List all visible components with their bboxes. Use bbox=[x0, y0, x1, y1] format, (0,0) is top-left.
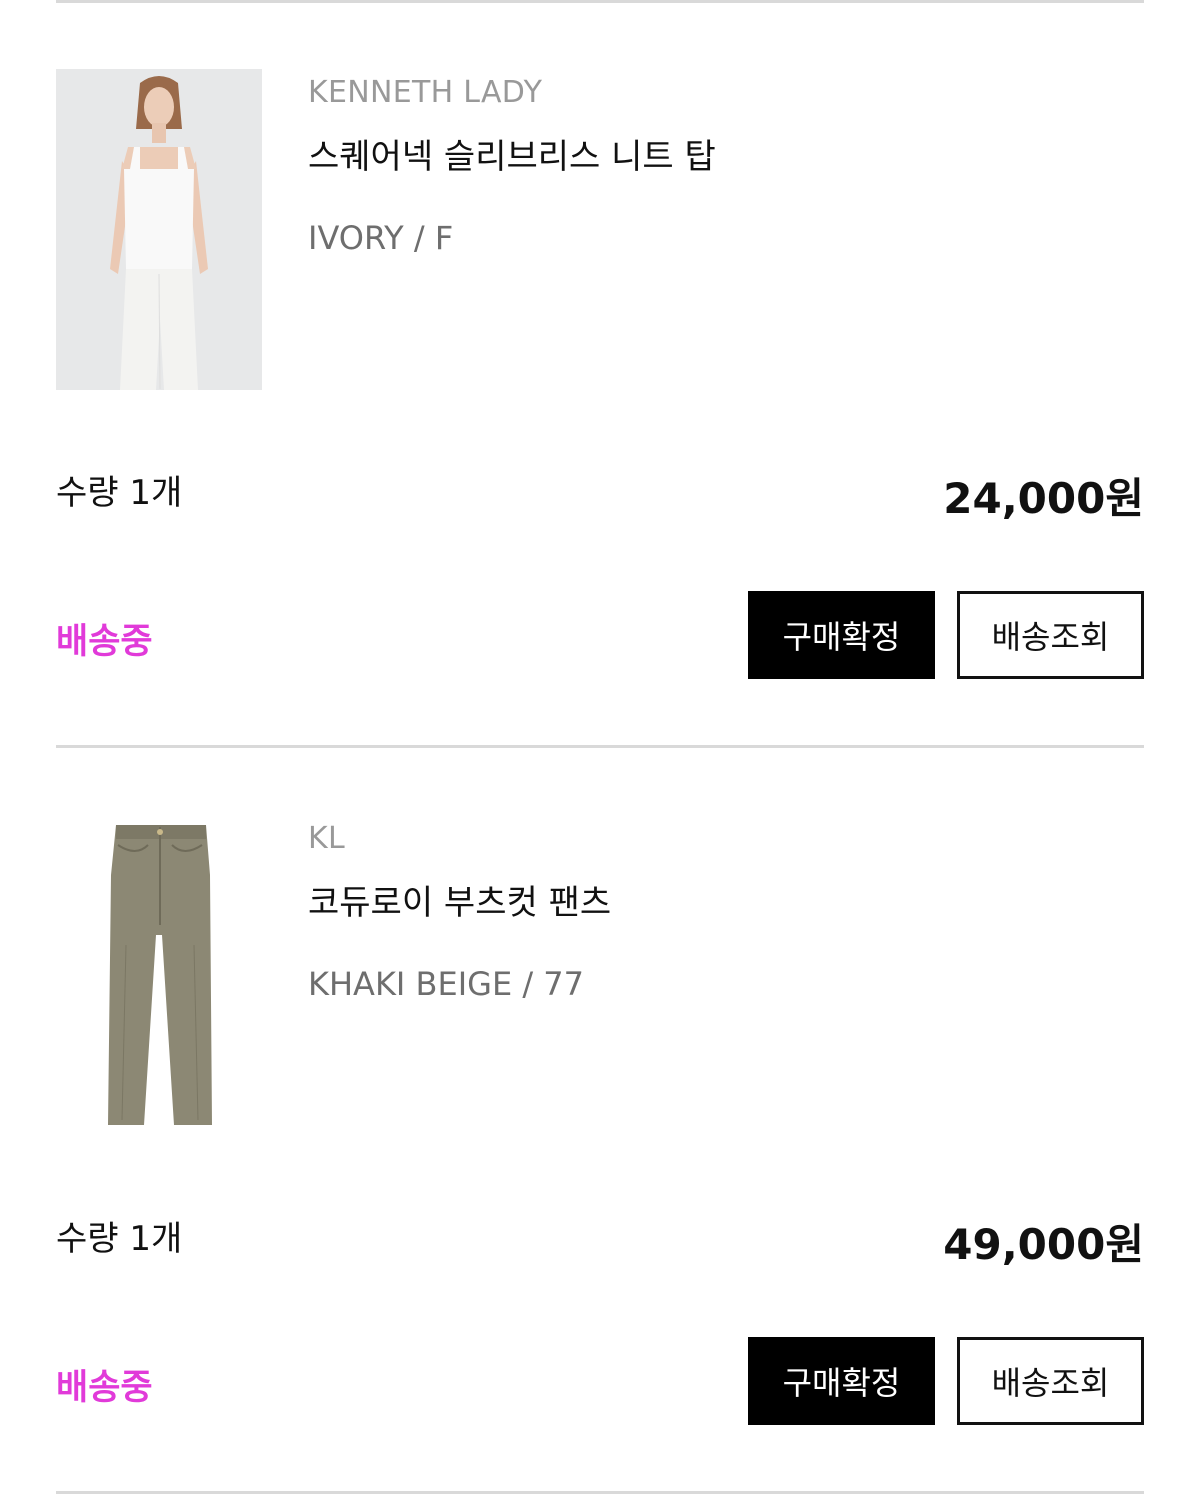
price-label: 24,000원 bbox=[943, 474, 1144, 523]
corduroy-pants-photo bbox=[56, 815, 262, 1136]
product-option: KHAKI BEIGE / 77 bbox=[308, 965, 584, 1003]
track-delivery-button[interactable]: 배송조회 bbox=[957, 1337, 1144, 1425]
product-name[interactable]: 코듀로이 부츠컷 팬츠 bbox=[308, 875, 611, 924]
product-image[interactable] bbox=[56, 69, 262, 390]
delivery-status: 배송중 bbox=[56, 622, 153, 662]
confirm-purchase-button[interactable]: 구매확정 bbox=[748, 1337, 935, 1425]
model-sleeveless-top-photo bbox=[56, 69, 262, 390]
quantity-label: 수량 1개 bbox=[56, 1219, 183, 1259]
order-item: KENNETH LADY 스퀘어넥 슬리브리스 니트 탑 IVORY / F 수… bbox=[56, 69, 1144, 679]
delivery-status: 배송중 bbox=[56, 1368, 153, 1408]
product-name[interactable]: 스퀘어넥 슬리브리스 니트 탑 bbox=[308, 129, 716, 178]
brand-name: KL bbox=[308, 821, 345, 856]
product-option: IVORY / F bbox=[308, 219, 454, 257]
item-divider bbox=[56, 745, 1144, 748]
order-item: KL 코듀로이 부츠컷 팬츠 KHAKI BEIGE / 77 수량 1개 49… bbox=[56, 815, 1144, 1425]
top-divider bbox=[56, 0, 1144, 3]
quantity-label: 수량 1개 bbox=[56, 473, 183, 513]
track-delivery-button[interactable]: 배송조회 bbox=[957, 591, 1144, 679]
bottom-divider bbox=[56, 1491, 1144, 1494]
price-label: 49,000원 bbox=[943, 1220, 1144, 1269]
confirm-purchase-button[interactable]: 구매확정 bbox=[748, 591, 935, 679]
brand-name: KENNETH LADY bbox=[308, 75, 543, 110]
product-image[interactable] bbox=[56, 815, 262, 1136]
